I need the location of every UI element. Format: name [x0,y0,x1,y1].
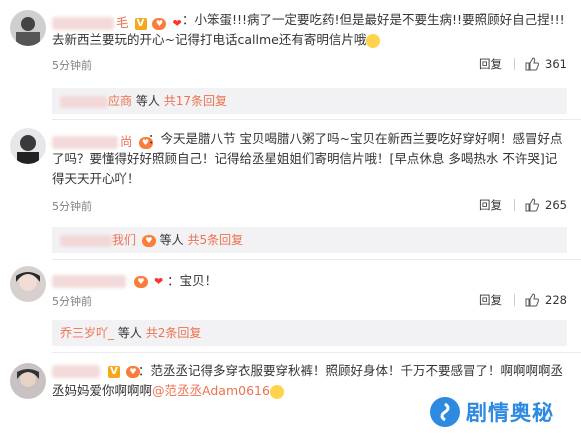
level-badge-icon: ♥ [141,234,156,247]
divider [514,294,516,306]
thumb-up-icon[interactable] [525,198,540,212]
comment-time: 5分钟前 [52,200,92,213]
smile-emoji-icon [366,33,381,48]
comment-time: 5分钟前 [52,295,92,308]
more-replies-bar[interactable]: 乔三岁吖_ 等人 共2条回复 [52,320,567,346]
divider [52,259,581,260]
divider [52,119,581,120]
like-count: 361 [545,57,567,71]
divider [52,352,581,353]
avatar[interactable] [10,10,46,46]
reply-count-link[interactable]: 共17条回复 [164,94,227,108]
watermark-text: 剧情奥秘 [466,401,554,425]
comment-time: 5分钟前 [52,59,92,72]
watermark: 剧情奥秘 [430,392,580,432]
thumb-up-icon[interactable] [525,57,540,71]
comment-text: ：小笨蛋!!!病了一定要吃药!但是最好是不要生病!!要照顾好自己捏!!!去新西兰… [52,12,565,48]
comment-actions: 回复 265 [479,197,567,213]
reply-count-link[interactable]: 共5条回复 [188,233,244,247]
comment-text: ：今天是腊八节 宝贝喝腊八粥了吗~宝贝在新西兰要吃好穿好啊！感冒好点了吗？要懂得… [52,131,563,186]
reply-count-link[interactable]: 共2条回复 [146,326,202,340]
divider [514,199,516,211]
comment-actions: 回复 361 [479,56,567,72]
reply-button[interactable]: 回复 [479,197,502,213]
more-replies-bar[interactable]: 我们 ♥ 等人 共5条回复 [52,227,567,253]
level-badge-icon: ♥ [133,275,148,288]
comment-text: ：宝贝！ [167,273,218,288]
comment-actions: 回复 228 [479,292,567,308]
reply-button[interactable]: 回复 [479,292,502,308]
commenter-name[interactable]: ♥ ❤ ：宝贝！ [52,270,217,289]
avatar[interactable] [10,128,46,164]
heart-icon: ❤ [153,275,164,288]
avatar[interactable] [10,363,46,399]
divider [514,58,516,70]
reply-button[interactable]: 回复 [479,56,502,72]
watermark-logo-icon [430,397,460,427]
thumb-up-icon[interactable] [525,293,540,307]
avatar[interactable] [10,266,46,302]
mention-link[interactable]: @范丞丞Adam0616 [152,383,270,398]
smile-emoji-icon [269,384,284,399]
like-count: 228 [545,293,567,307]
like-count: 265 [545,198,567,212]
more-replies-bar[interactable]: 应商 等人 共17条回复 [52,88,567,114]
